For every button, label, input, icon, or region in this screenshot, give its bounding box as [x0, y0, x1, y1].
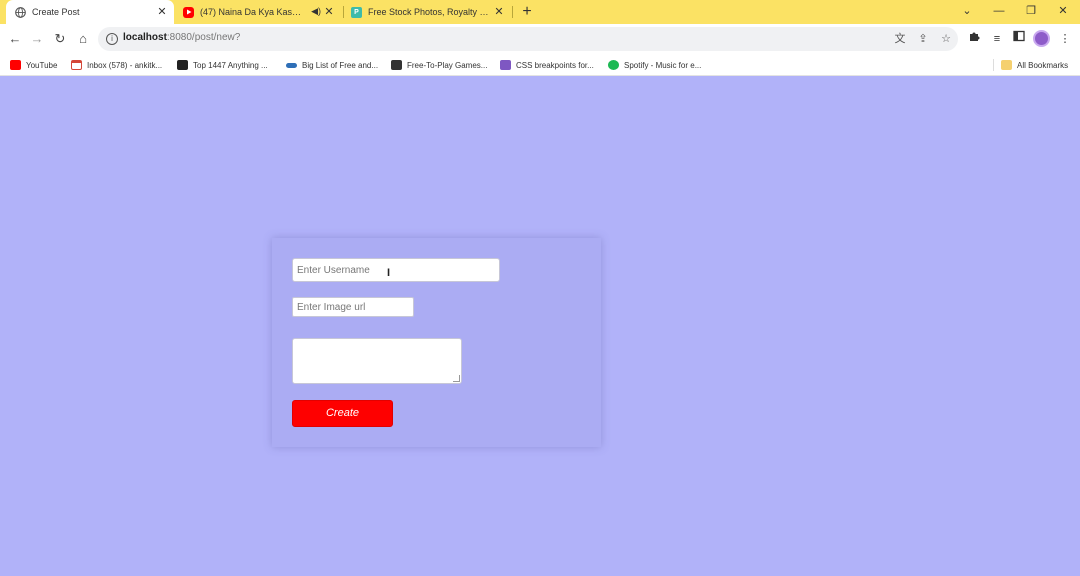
fs-icon [177, 60, 188, 70]
fish-icon [286, 62, 297, 68]
close-tab-icon[interactable]: ✕ [493, 6, 505, 18]
browser-toolbar: ← → ↻ ⌂ i localhost:8080/post/new? 文 ⇪ ☆… [0, 24, 1080, 54]
create-post-form: Create [272, 238, 601, 447]
bookmark-label: Top 1447 Anything ... [193, 60, 268, 70]
back-arrow-icon[interactable]: ← [5, 29, 25, 49]
bookmark-separator [993, 59, 994, 71]
url-text[interactable]: localhost:8080/post/new? [123, 32, 240, 43]
bookmark-label: Free-To-Play Games... [407, 60, 488, 70]
bookmark-icon [500, 60, 511, 70]
image-url-input[interactable] [292, 297, 414, 317]
share-icon[interactable]: ⇪ [915, 31, 931, 47]
globe-icon [15, 6, 26, 18]
bookmark-label: All Bookmarks [1017, 60, 1069, 70]
bookmark-gmail[interactable]: Inbox (578) - ankitk... [71, 58, 162, 72]
username-input[interactable] [292, 258, 500, 282]
all-bookmarks[interactable]: All Bookmarks [1001, 58, 1068, 72]
close-window-icon[interactable]: ✕ [1048, 0, 1078, 24]
speaker-icon[interactable]: ◀) [311, 6, 321, 17]
translate-icon[interactable]: 文 [892, 31, 908, 47]
tab-search-icon[interactable]: ⌄ [952, 0, 982, 24]
bookmark-label: Inbox (578) - ankitk... [87, 60, 163, 70]
tab-title: Create Post [32, 7, 80, 17]
bookmark-css-breakpoints[interactable]: CSS breakpoints for... [500, 58, 594, 72]
tab-pexels[interactable]: P Free Stock Photos, Royalty Free S ✕ [344, 0, 511, 24]
restore-icon[interactable]: ❐ [1016, 0, 1046, 24]
profile-avatar[interactable] [1033, 30, 1050, 47]
game-icon [391, 60, 402, 70]
bookmarks-bar: YouTube Inbox (578) - ankitk... Top 1447… [0, 54, 1080, 76]
media-queue-icon[interactable]: ≡ [988, 30, 1006, 48]
new-tab-button[interactable]: + [518, 2, 536, 22]
menu-icon[interactable]: ⋮ [1056, 30, 1074, 48]
site-info-icon[interactable]: i [106, 33, 118, 45]
forward-arrow-icon[interactable]: → [27, 29, 47, 49]
create-button[interactable]: Create [292, 400, 393, 427]
bookmark-top-1447[interactable]: Top 1447 Anything ... [177, 58, 268, 72]
bookmark-label: Spotify - Music for e... [624, 60, 702, 70]
tab-youtube-video[interactable]: (47) Naina Da Kya Kasoor - Y ◀) ✕ [176, 0, 341, 24]
resize-handle-icon[interactable] [453, 375, 460, 382]
bookmark-label: YouTube [26, 60, 58, 70]
reload-icon[interactable]: ↻ [50, 29, 70, 49]
youtube-icon [183, 6, 194, 18]
folder-icon [1001, 60, 1012, 70]
pexels-icon: P [351, 6, 362, 18]
tab-title: Free Stock Photos, Royalty Free S [368, 7, 493, 17]
bookmark-label: CSS breakpoints for... [516, 60, 594, 70]
bookmark-star-icon[interactable]: ☆ [938, 31, 954, 47]
bookmark-big-list[interactable]: Big List of Free and... [286, 58, 378, 72]
tab-separator [512, 6, 513, 18]
text-cursor-icon: I [387, 267, 391, 279]
home-icon[interactable]: ⌂ [73, 29, 93, 49]
side-panel-icon[interactable] [1010, 30, 1028, 48]
tab-title: (47) Naina Da Kya Kasoor - Y [200, 7, 306, 17]
gmail-icon [71, 60, 82, 70]
extensions-icon[interactable] [965, 30, 983, 48]
bookmark-free-to-play[interactable]: Free-To-Play Games... [391, 58, 487, 72]
minimize-icon[interactable]: — [984, 0, 1014, 24]
bookmark-spotify[interactable]: Spotify - Music for e... [608, 58, 701, 72]
tab-create-post[interactable]: Create Post ✕ [6, 0, 174, 24]
youtube-icon [10, 60, 21, 70]
post-content-textarea[interactable] [292, 338, 462, 384]
close-tab-icon[interactable]: ✕ [323, 6, 335, 18]
bookmark-label: Big List of Free and... [302, 60, 379, 70]
tab-strip: Create Post ✕ (47) Naina Da Kya Kasoor -… [0, 0, 1080, 24]
address-bar[interactable]: i localhost:8080/post/new? 文 ⇪ ☆ [98, 27, 958, 51]
close-tab-icon[interactable]: ✕ [156, 6, 168, 18]
bookmark-youtube[interactable]: YouTube [10, 58, 57, 72]
spotify-icon [608, 60, 619, 70]
